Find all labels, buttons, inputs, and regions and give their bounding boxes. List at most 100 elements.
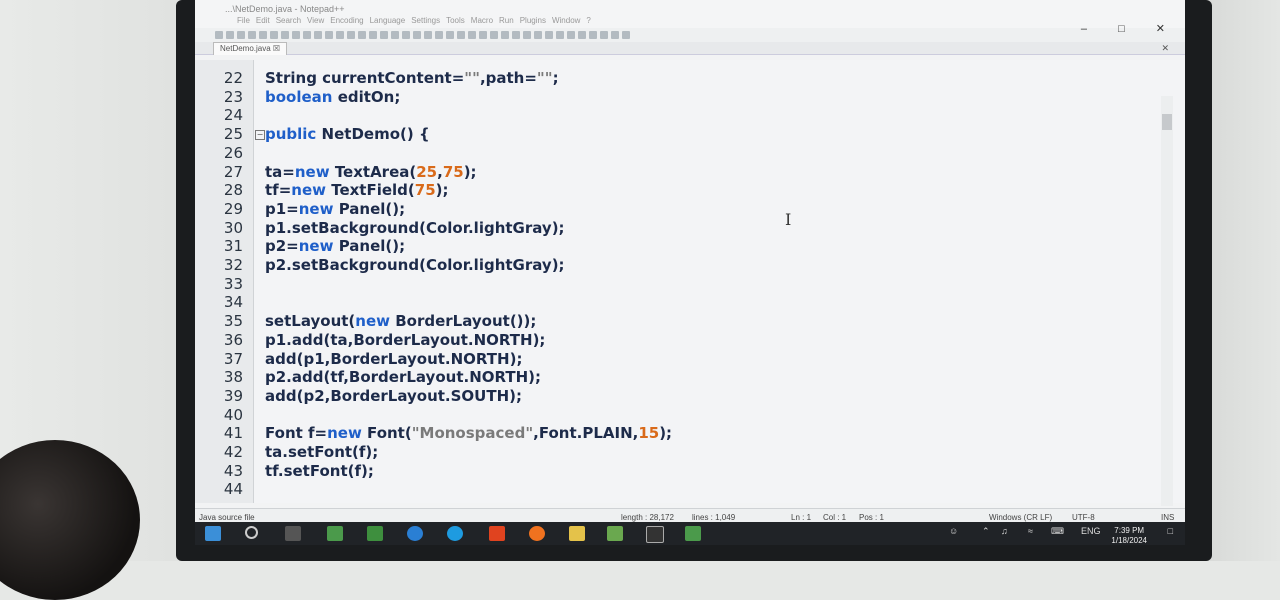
menu-item[interactable]: File [237,16,250,25]
toolbar-button-icon[interactable] [501,31,509,39]
code-line[interactable]: 35 setLayout(new BorderLayout()); [195,312,1155,331]
code-line[interactable]: 40 [195,406,1155,425]
menu-item[interactable]: Search [276,16,301,25]
menu-item[interactable]: Encoding [330,16,363,25]
toolbar-button-icon[interactable] [336,31,344,39]
toolbar-button-icon[interactable] [292,31,300,39]
app-icon[interactable] [367,526,383,541]
toolbar-button-icon[interactable] [248,31,256,39]
notepad-plus-plus-icon[interactable] [327,526,343,541]
code-line[interactable]: 38 p2.add(tf,BorderLayout.NORTH); [195,368,1155,387]
toolbar-button-icon[interactable] [567,31,575,39]
maximize-icon[interactable]: □ [1118,23,1125,35]
toolbar-button-icon[interactable] [490,31,498,39]
toolbar-button-icon[interactable] [358,31,366,39]
toolbar-button-icon[interactable] [589,31,597,39]
people-icon[interactable]: ☺ [949,526,958,536]
vertical-scrollbar[interactable] [1161,96,1173,506]
close-icon[interactable]: ✕ [1156,23,1165,35]
app-icon-2[interactable] [685,526,701,541]
toolbar-button-icon[interactable] [391,31,399,39]
clock[interactable]: 7:39 PM 1/18/2024 [1111,526,1147,545]
toolbar-button-icon[interactable] [380,31,388,39]
toolbar-button-icon[interactable] [435,31,443,39]
code-line[interactable]: 43 tf.setFont(f); [195,462,1155,481]
code-editor[interactable]: 22 String currentContent="",path=""; 23 boo… [195,60,1185,506]
notification-icon[interactable]: □ [1168,526,1173,536]
toolbar-button-icon[interactable] [215,31,223,39]
code-line[interactable]: 23 boolean editOn; [195,88,1155,107]
toolbar-button-icon[interactable] [281,31,289,39]
toolbar-button-icon[interactable] [545,31,553,39]
code-line[interactable]: 30 p1.setBackground(Color.lightGray); [195,219,1155,238]
tab-netdemo[interactable]: NetDemo.java ☒ [213,42,288,55]
scrollbar-thumb[interactable] [1162,114,1172,130]
menu-item[interactable]: Settings [411,16,440,25]
code-line[interactable]: 22 String currentContent="",path=""; [195,69,1155,88]
code-line[interactable]: 31 p2=new Panel(); [195,237,1155,256]
toolbar-button-icon[interactable] [446,31,454,39]
code-line[interactable]: 27 ta=new TextArea(25,75); [195,163,1155,182]
toolbar-button-icon[interactable] [369,31,377,39]
toolbar-button-icon[interactable] [611,31,619,39]
code-line[interactable]: 34 [195,293,1155,312]
file-explorer-icon[interactable] [569,526,585,541]
code-line[interactable]: 37 add(p1,BorderLayout.NORTH); [195,350,1155,369]
toolbar-button-icon[interactable] [534,31,542,39]
terminal-icon[interactable] [646,526,664,543]
toolbar-button-icon[interactable] [237,31,245,39]
toolbar-button-icon[interactable] [413,31,421,39]
toolbar-button-icon[interactable] [270,31,278,39]
menu-item[interactable]: Run [499,16,514,25]
menu-item[interactable]: Window [552,16,580,25]
code-line[interactable]: 44 [195,480,1155,499]
volume-icon[interactable]: ♫ [1001,526,1008,536]
toolbar-button-icon[interactable] [523,31,531,39]
menu-item[interactable]: View [307,16,324,25]
toolbar-button-icon[interactable] [457,31,465,39]
code-line[interactable]: 28 tf=new TextField(75); [195,181,1155,200]
notepad-icon[interactable] [607,526,623,541]
code-line[interactable]: 24 [195,106,1155,125]
toolbar-button-icon[interactable] [314,31,322,39]
toolbar-button-icon[interactable] [424,31,432,39]
chevron-up-icon[interactable]: ⌃ [982,526,990,537]
menu-item[interactable]: ? [586,16,590,25]
minimize-icon[interactable]: – [1081,23,1087,35]
close-tab-icon[interactable]: ✕ [1161,43,1169,54]
keyboard-icon[interactable]: ⌨ [1051,526,1064,537]
toolbar-button-icon[interactable] [512,31,520,39]
toolbar-button-icon[interactable] [259,31,267,39]
toolbar-button-icon[interactable] [347,31,355,39]
task-view-icon[interactable] [285,526,301,541]
code-line[interactable]: 26 [195,144,1155,163]
code-line[interactable]: 33 [195,275,1155,294]
code-line[interactable]: 36 p1.add(ta,BorderLayout.NORTH); [195,331,1155,350]
edge-icon[interactable] [447,526,463,541]
code-line[interactable]: 29 p1=new Panel(); [195,200,1155,219]
toolbar-button-icon[interactable] [325,31,333,39]
code-line[interactable]: 25 − public NetDemo() { [195,125,1155,144]
search-icon[interactable] [245,526,258,539]
menu-item[interactable]: Tools [446,16,465,25]
ie-icon[interactable] [407,526,423,541]
code-line[interactable]: 39 add(p2,BorderLayout.SOUTH); [195,387,1155,406]
firefox-icon[interactable] [529,526,545,541]
code-line[interactable]: 32 p2.setBackground(Color.lightGray); [195,256,1155,275]
code-line[interactable]: 42 ta.setFont(f); [195,443,1155,462]
fold-toggle-icon[interactable]: − [255,130,265,141]
toolbar-button-icon[interactable] [479,31,487,39]
toolbar-button-icon[interactable] [556,31,564,39]
toolbar-button-icon[interactable] [578,31,586,39]
menu-item[interactable]: Edit [256,16,270,25]
toolbar-button-icon[interactable] [622,31,630,39]
brave-icon[interactable] [489,526,505,541]
toolbar-button-icon[interactable] [402,31,410,39]
toolbar-button-icon[interactable] [303,31,311,39]
menu-item[interactable]: Macro [471,16,493,25]
toolbar-button-icon[interactable] [468,31,476,39]
menu-item[interactable]: Plugins [520,16,546,25]
menu-item[interactable]: Language [370,16,406,25]
code-line[interactable]: 41 Font f=new Font("Monospaced",Font.PLAI… [195,424,1155,443]
toolbar-button-icon[interactable] [600,31,608,39]
